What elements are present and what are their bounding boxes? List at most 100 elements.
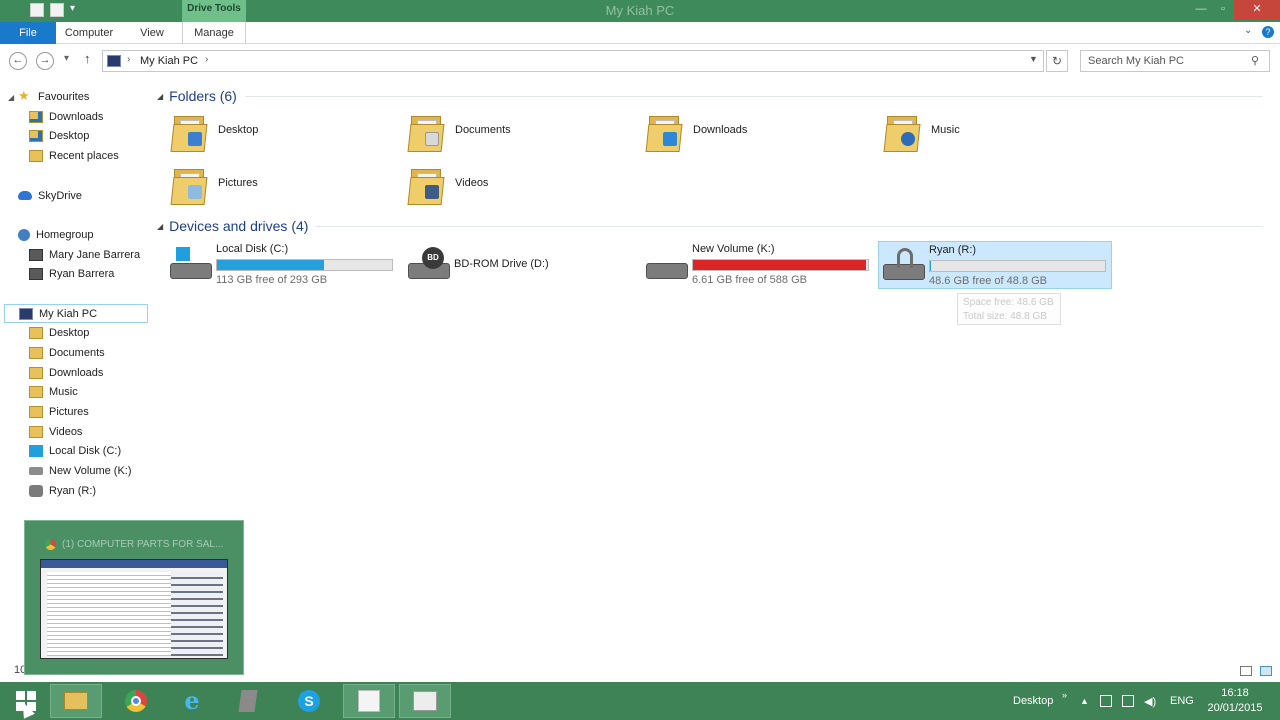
refresh-button[interactable]: ↻: [1046, 50, 1068, 72]
nav-item-downloads[interactable]: Downloads: [29, 363, 103, 382]
expand-ribbon-icon[interactable]: ⌄: [1244, 25, 1252, 36]
address-dropdown-icon[interactable]: ▼: [1029, 54, 1038, 64]
desktop-toolbar-chevron-icon[interactable]: »: [1062, 676, 1067, 714]
capacity-bar: [216, 259, 393, 271]
search-box[interactable]: Search My Kiah PC ⚲: [1080, 50, 1270, 72]
desktop-folder-icon: [29, 326, 43, 339]
internet-explorer-icon: e: [184, 686, 200, 715]
nav-item-desktop[interactable]: Desktop: [29, 126, 89, 145]
tab-computer[interactable]: Computer: [56, 22, 122, 44]
nav-item-desktop[interactable]: Desktop: [29, 323, 89, 342]
windows-drive-icon: [29, 444, 43, 457]
drive-ryan-r[interactable]: Ryan (R:) 48.6 GB free of 48.8 GB: [878, 241, 1112, 289]
ribbon-tabs: File Computer View Manage ⌄ ?: [0, 22, 1280, 44]
locked-drive-icon: [883, 248, 925, 284]
nav-skydrive[interactable]: SkyDrive: [18, 186, 82, 205]
folder-documents[interactable]: Documents: [407, 110, 607, 158]
drives-group-header[interactable]: ◢ Devices and drives (4): [157, 216, 1267, 236]
capacity-bar: [929, 260, 1106, 272]
capacity-fill: [930, 261, 931, 271]
up-arrow-icon[interactable]: ↑: [84, 51, 91, 66]
help-icon[interactable]: ?: [1262, 26, 1274, 38]
input-language-indicator[interactable]: ENG: [1170, 682, 1194, 720]
taskbar-thumbnail-preview[interactable]: (1) COMPUTER PARTS FOR SAL...: [24, 520, 244, 675]
nav-item-ryan-barrera[interactable]: Ryan Barrera: [29, 264, 114, 283]
notes-app-icon: [238, 690, 258, 712]
show-hidden-icons-icon[interactable]: ▲: [1080, 682, 1089, 720]
hard-drive-icon: [646, 247, 688, 283]
nav-favourites[interactable]: ★ Favourites: [18, 87, 89, 106]
tab-file[interactable]: File: [0, 22, 56, 44]
nav-homegroup[interactable]: Homegroup: [18, 225, 93, 244]
nav-item-mary-jane-barrera[interactable]: Mary Jane Barrera: [29, 245, 140, 264]
system-clock[interactable]: 16:18 20/01/2015: [1200, 686, 1270, 716]
tab-view[interactable]: View: [130, 22, 174, 44]
chrome-icon: [45, 539, 56, 550]
skype-icon: S: [298, 690, 320, 712]
forward-button[interactable]: →: [36, 52, 54, 70]
user-icon: [29, 248, 43, 261]
group-divider: [245, 96, 1263, 97]
network-icon[interactable]: [1122, 682, 1134, 720]
chrome-icon: [125, 690, 147, 712]
nav-item-pictures[interactable]: Pictures: [29, 402, 89, 421]
folder-window-icon: [413, 691, 437, 711]
taskbar-skype[interactable]: S: [283, 684, 335, 718]
nav-item-documents[interactable]: Documents: [29, 343, 105, 362]
address-bar[interactable]: › My Kiah PC › ▼: [102, 50, 1044, 72]
capacity-bar: [692, 259, 869, 271]
nav-my-kiah-pc[interactable]: My Kiah PC: [4, 304, 148, 323]
breadcrumb-separator-icon[interactable]: ›: [205, 54, 208, 65]
folder-videos[interactable]: Videos: [407, 163, 607, 211]
taskbar-chart-app[interactable]: [343, 684, 395, 718]
music-folder-icon: [29, 385, 43, 398]
nav-item-videos[interactable]: Videos: [29, 422, 82, 441]
bd-rom-icon: BD: [408, 247, 450, 283]
folder-desktop[interactable]: Desktop: [170, 110, 370, 158]
folder-downloads[interactable]: Downloads: [645, 110, 845, 158]
nav-item-recent-places[interactable]: Recent places: [29, 146, 119, 165]
action-center-flag-icon[interactable]: [1100, 682, 1112, 720]
taskbar-chrome[interactable]: [110, 684, 162, 718]
volume-icon[interactable]: ◀): [1144, 682, 1156, 720]
drive-bd-rom-d[interactable]: BD BD-ROM Drive (D:): [404, 241, 638, 289]
nav-item-downloads[interactable]: Downloads: [29, 107, 103, 126]
back-button[interactable]: ←: [9, 52, 27, 70]
desktop-toolbar-label[interactable]: Desktop: [1013, 682, 1053, 720]
nav-item-new-volume-k[interactable]: New Volume (K:): [29, 461, 132, 480]
collapse-group-icon[interactable]: ◢: [157, 222, 163, 231]
tiles-view-icon[interactable]: [1260, 666, 1272, 676]
recent-locations-icon[interactable]: ▾: [64, 53, 69, 64]
minimize-button[interactable]: —: [1190, 0, 1212, 20]
collapse-group-icon[interactable]: ◢: [157, 92, 163, 101]
tab-manage[interactable]: Manage: [182, 22, 246, 44]
nav-item-local-disk-c[interactable]: Local Disk (C:): [29, 441, 121, 460]
downloads-folder-icon: [645, 112, 683, 152]
folders-group-header[interactable]: ◢ Folders (6): [157, 86, 1267, 106]
details-view-icon[interactable]: [1240, 666, 1252, 676]
capacity-fill: [217, 260, 324, 270]
taskbar-internet-explorer[interactable]: e: [166, 684, 218, 718]
breadcrumb-separator-icon[interactable]: ›: [127, 54, 130, 65]
drive-new-volume-k[interactable]: New Volume (K:) 6.61 GB free of 588 GB: [642, 241, 876, 289]
collapse-arrow-icon[interactable]: ◢: [8, 93, 14, 102]
nav-item-ryan-r[interactable]: Ryan (R:): [29, 481, 96, 500]
search-input[interactable]: Search My Kiah PC: [1088, 55, 1184, 67]
taskbar-file-explorer[interactable]: [50, 684, 102, 718]
breadcrumb-my-kiah-pc[interactable]: My Kiah PC: [140, 55, 198, 67]
thumbnail-screenshot: [40, 559, 228, 659]
taskbar-notes-app[interactable]: [222, 684, 274, 718]
downloads-folder-icon: [29, 110, 43, 123]
videos-folder-icon: [29, 425, 43, 438]
maximize-button[interactable]: ▫: [1212, 0, 1234, 20]
folder-pictures[interactable]: Pictures: [170, 163, 370, 211]
drive-local-disk-c[interactable]: Local Disk (C:) 113 GB free of 293 GB: [166, 241, 400, 289]
thumbnail-title: (1) COMPUTER PARTS FOR SAL...: [45, 539, 223, 550]
taskbar-folder-window[interactable]: [399, 684, 451, 718]
close-button[interactable]: ✕: [1234, 0, 1280, 20]
skydrive-cloud-icon: [18, 191, 32, 200]
search-icon[interactable]: ⚲: [1251, 54, 1259, 67]
folder-music[interactable]: Music: [883, 110, 1083, 158]
star-icon: ★: [18, 87, 30, 103]
nav-item-music[interactable]: Music: [29, 382, 78, 401]
